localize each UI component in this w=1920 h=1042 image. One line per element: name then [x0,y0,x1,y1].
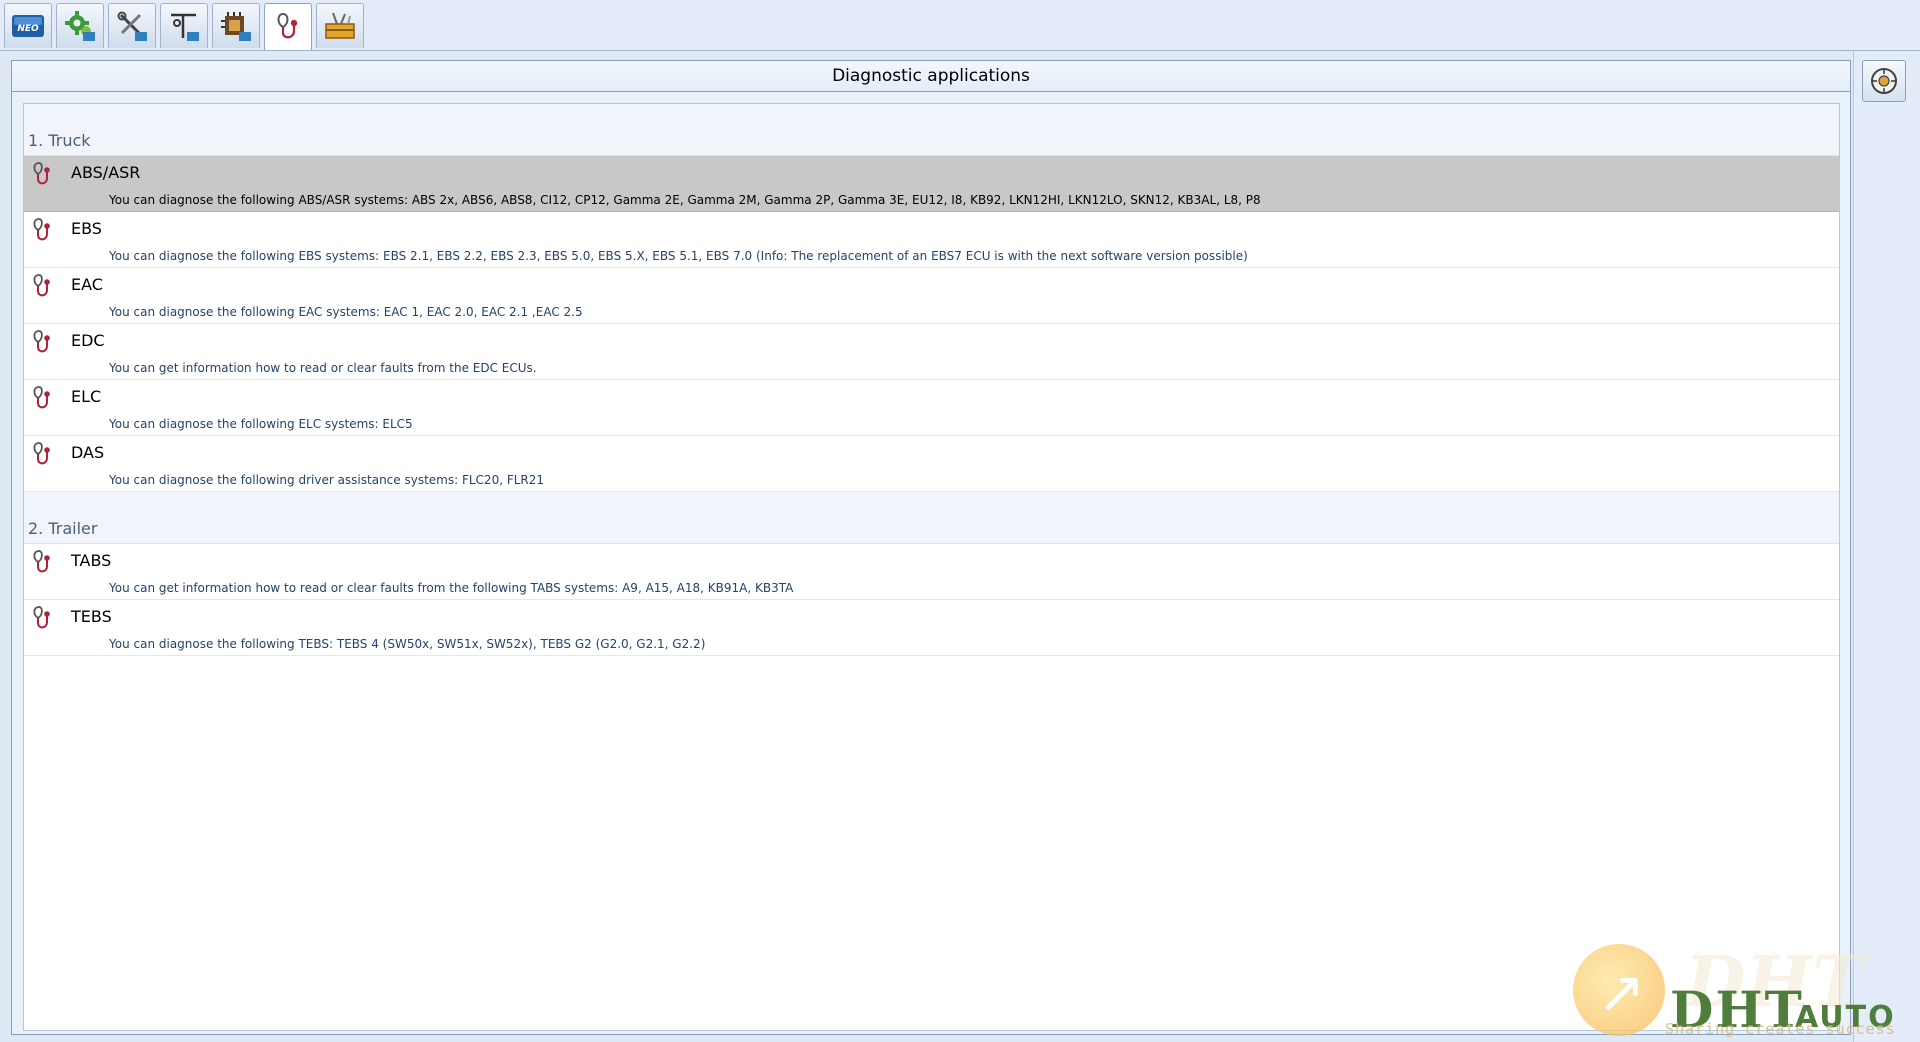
tab-neo[interactable]: NEO [4,3,52,48]
stethoscope-icon [33,218,50,241]
item-description: You can diagnose the following ELC syste… [109,417,413,431]
stethoscope-icon [33,442,50,465]
application-list: 1. Truck ABS/ASR You can diagnose the fo… [23,103,1840,1031]
item-description: You can diagnose the following driver as… [109,473,545,487]
stethoscope-icon [33,550,50,573]
list-item-tabs[interactable]: TABS You can get information how to read… [24,544,1839,600]
tools-icon [117,11,147,41]
list-item-ebs[interactable]: EBS You can diagnose the following EBS s… [24,212,1839,268]
ecu-chip-icon [221,12,251,41]
neo-logo-text: NEO [17,24,39,34]
stethoscope-icon [33,330,50,353]
stethoscope-icon [33,606,50,629]
tab-measure[interactable] [160,3,208,48]
item-description: You can diagnose the following EBS syste… [109,249,1248,263]
right-side-strip [1853,51,1920,1042]
list-item-eac[interactable]: EAC You can diagnose the following EAC s… [24,268,1839,324]
panel-title: Diagnostic applications [12,61,1850,92]
tab-diagnostics[interactable] [264,3,312,50]
diagnostic-applications-panel: Diagnostic applications 1. Truck ABS/ASR… [11,60,1851,1035]
side-settings-button[interactable] [1862,60,1906,102]
section-trailer-header: 2. Trailer [24,492,1839,544]
tab-tools[interactable] [108,3,156,48]
stethoscope-icon [33,162,50,185]
list-item-abs-asr[interactable]: ABS/ASR You can diagnose the following A… [24,156,1839,212]
section-heading: 2. Trailer [28,519,98,538]
item-title: TEBS [71,607,112,626]
top-toolbar: NEO [0,0,1920,51]
toolbox-icon [325,12,355,39]
stethoscope-icon [33,386,50,409]
item-description: You can diagnose the following ABS/ASR s… [109,193,1261,207]
neo-logo-icon: NEO [12,15,44,37]
item-description: You can diagnose the following TEBS: TEB… [109,637,706,651]
item-title: ABS/ASR [71,163,141,182]
section-truck-header: 1. Truck [24,104,1839,156]
list-item-das[interactable]: DAS You can diagnose the following drive… [24,436,1839,492]
item-title: EDC [71,331,105,350]
tab-toolbox[interactable] [316,3,364,48]
list-item-elc[interactable]: ELC You can diagnose the following ELC s… [24,380,1839,436]
item-title: TABS [71,551,112,570]
item-description: You can diagnose the following EAC syste… [109,305,583,319]
compass-settings-icon [1871,68,1897,94]
item-title: ELC [71,387,102,406]
gear-settings-icon [65,11,95,41]
item-title: DAS [71,443,105,462]
list-item-tebs[interactable]: TEBS You can diagnose the following TEBS… [24,600,1839,656]
tab-gear[interactable] [56,3,104,48]
list-item-edc[interactable]: EDC You can get information how to read … [24,324,1839,380]
measure-instrument-icon [171,13,199,41]
item-title: EAC [71,275,103,294]
stethoscope-icon [277,13,298,39]
item-title: EBS [71,219,102,238]
section-heading: 1. Truck [28,131,91,150]
tab-ecu[interactable] [212,3,260,48]
stethoscope-icon [33,274,50,297]
item-description: You can get information how to read or c… [109,361,537,375]
item-description: You can get information how to read or c… [109,581,794,595]
